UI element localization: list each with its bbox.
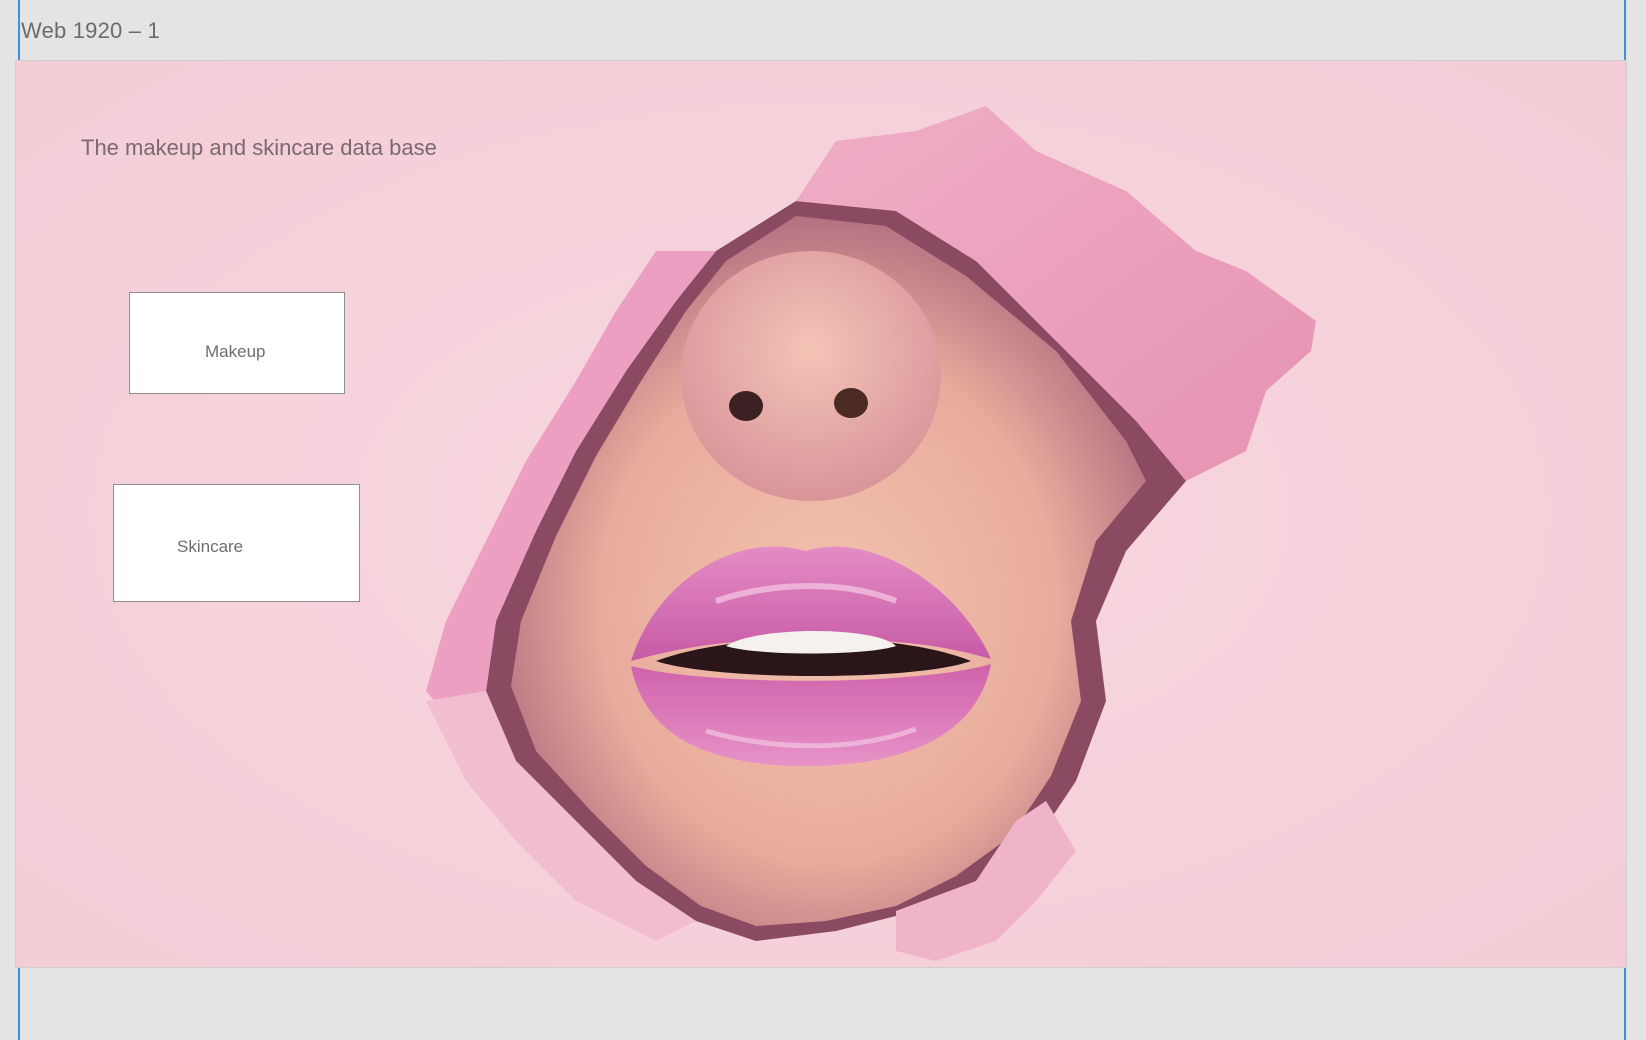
skincare-button[interactable]: Skincare — [113, 484, 360, 602]
artboard-label[interactable]: Web 1920 – 1 — [21, 18, 160, 44]
skincare-button-label: Skincare — [177, 537, 244, 556]
nose — [681, 251, 941, 501]
makeup-button[interactable]: Makeup — [129, 292, 345, 394]
artboard[interactable]: The makeup and skincare data base Makeup… — [15, 60, 1627, 968]
page-title: The makeup and skincare data base — [81, 135, 437, 160]
design-canvas: Web 1920 – 1 The makeup and skincare dat… — [0, 0, 1646, 1040]
nostril-right — [834, 388, 868, 418]
nostril-left — [729, 391, 763, 421]
makeup-button-label: Makeup — [205, 342, 266, 361]
